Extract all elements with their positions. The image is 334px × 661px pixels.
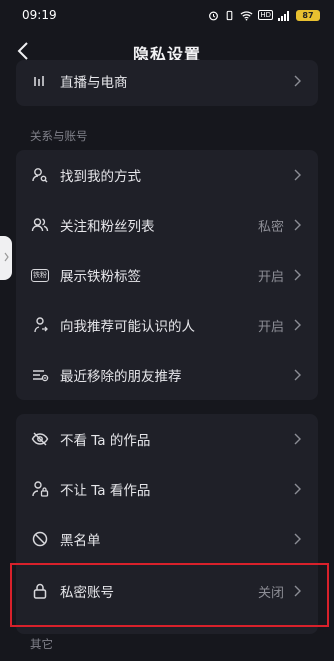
signal-icon <box>278 10 291 21</box>
section-title-other: 其它 <box>30 637 53 651</box>
section-title-relations: 关系与账号 <box>30 129 88 143</box>
row-label: 最近移除的朋友推荐 <box>60 369 182 385</box>
alarm-icon <box>208 10 219 21</box>
chevron-right-icon <box>292 532 302 546</box>
row-removed-recommendations[interactable]: 最近移除的朋友推荐 <box>16 350 318 400</box>
row-find-me[interactable]: 找到我的方式 <box>16 150 318 200</box>
chevron-right-small-icon <box>4 252 9 265</box>
wifi-icon <box>240 10 253 21</box>
network-type-label: HD <box>258 10 273 20</box>
chevron-right-icon <box>292 74 302 88</box>
row-label: 向我推荐可能认识的人 <box>60 319 195 335</box>
chevron-right-icon <box>292 432 302 446</box>
row-label: 关注和粉丝列表 <box>60 219 155 235</box>
battery-indicator: 87 <box>296 9 320 21</box>
status-time: 09:19 <box>22 8 57 22</box>
chevron-right-icon <box>292 168 302 182</box>
chevron-right-icon <box>292 368 302 382</box>
row-follow-fans-list[interactable]: 关注和粉丝列表 私密 <box>16 200 318 250</box>
status-icons: HD 87 <box>208 9 320 21</box>
people-icon <box>30 215 50 235</box>
row-recommend-people[interactable]: 向我推荐可能认识的人 开启 <box>16 300 318 350</box>
row-label: 不看 Ta 的作品 <box>60 433 151 449</box>
live-shop-icon <box>30 71 50 91</box>
row-value: 开启 <box>257 319 284 335</box>
highlight-annotation <box>10 563 329 627</box>
row-hide-my-works[interactable]: 不让 Ta 看作品 <box>16 464 318 514</box>
person-search-icon <box>30 165 50 185</box>
row-value: 开启 <box>257 269 284 285</box>
chevron-right-icon <box>292 268 302 282</box>
row-live-shop[interactable]: 直播与电商 <box>16 60 318 106</box>
row-hide-their-works[interactable]: 不看 Ta 的作品 <box>16 414 318 464</box>
side-drawer-handle[interactable] <box>0 236 12 280</box>
row-label: 不让 Ta 看作品 <box>60 483 151 499</box>
block-icon <box>30 529 50 549</box>
row-label: 直播与电商 <box>60 75 128 91</box>
person-lock-icon <box>30 479 50 499</box>
person-recommend-icon <box>30 315 50 335</box>
relations-card: 找到我的方式 关注和粉丝列表 私密 铁粉 展示铁粉标签 开启 向我推荐可能认识的… <box>16 150 318 400</box>
privacy-settings-screen: { "status_bar": { "time": "09:19", "netw… <box>0 0 334 661</box>
live-shop-card: 直播与电商 <box>16 60 318 106</box>
row-label: 黑名单 <box>60 533 101 549</box>
row-value: 私密 <box>257 219 284 235</box>
fan-badge-icon: 铁粉 <box>30 265 50 285</box>
eye-off-icon <box>30 429 50 449</box>
chevron-right-icon <box>292 318 302 332</box>
chevron-right-icon <box>292 482 302 496</box>
row-label: 展示铁粉标签 <box>60 269 141 285</box>
vibrate-icon <box>224 10 235 21</box>
row-label: 找到我的方式 <box>60 169 141 185</box>
row-blacklist[interactable]: 黑名单 <box>16 514 318 564</box>
remove-list-icon <box>30 365 50 385</box>
fan-badge-text: 铁粉 <box>31 268 49 282</box>
chevron-right-icon <box>292 218 302 232</box>
row-fan-badge[interactable]: 铁粉 展示铁粉标签 开启 <box>16 250 318 300</box>
status-bar: 09:19 HD 87 <box>0 0 334 30</box>
